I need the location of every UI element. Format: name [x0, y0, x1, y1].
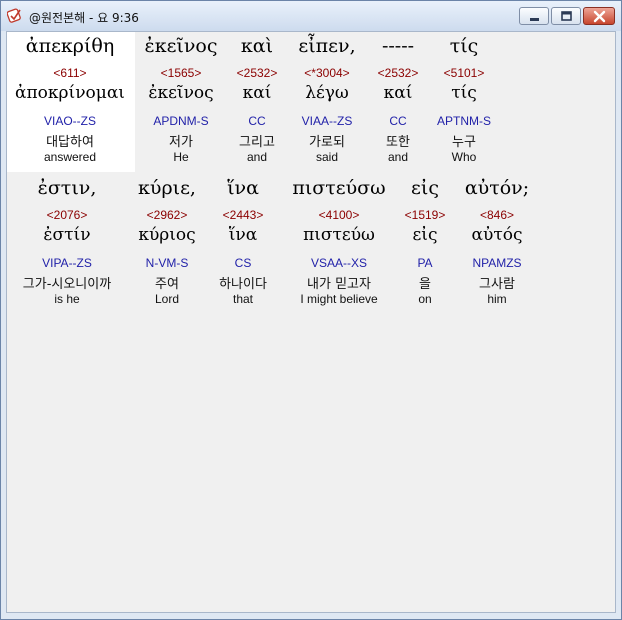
app-icon	[6, 7, 23, 23]
english-gloss: I might believe	[300, 292, 378, 306]
greek-word: τίς	[449, 35, 479, 57]
morphology: VIPA--ZS	[42, 256, 92, 270]
greek-word: εἶπεν,	[298, 35, 356, 57]
greek-word: ἐστιν,	[37, 177, 97, 199]
english-gloss: said	[315, 150, 338, 164]
lemma: ἀποκρίνομαι	[15, 83, 125, 103]
word-column[interactable]: καὶ <2532> καί CC 그리고 and	[229, 32, 285, 172]
english-gloss: and	[387, 150, 409, 164]
english-gloss: answered	[43, 150, 97, 164]
morphology: CC	[248, 114, 266, 128]
greek-word: πιστεύσω	[292, 177, 386, 199]
korean-gloss: 그리고	[239, 135, 275, 150]
strong-number: <1565>	[160, 66, 202, 80]
lemma: εἰς	[412, 225, 438, 245]
word-column[interactable]: ----- <2532> καί CC 또한 and	[369, 32, 427, 172]
morphology: APTNM-S	[437, 114, 491, 128]
morphology: VSAA--XS	[310, 256, 367, 270]
word-column[interactable]: αὐτόν; <846> αὐτός NPAMZS 그사람 him	[455, 174, 539, 314]
english-gloss: that	[232, 292, 253, 306]
strong-number: <*3004>	[304, 66, 350, 80]
korean-gloss: 내가 믿고자	[307, 277, 371, 292]
korean-gloss: 저가	[169, 135, 193, 150]
greek-word: -----	[381, 35, 415, 57]
korean-gloss: 주여	[155, 277, 179, 292]
korean-gloss: 가로되	[309, 135, 345, 150]
interlinear-view[interactable]: ἀπεκρίθη <611> ἀποκρίνομαι VIAO--ZS 대답하여…	[6, 31, 616, 613]
morphology: PA	[417, 256, 433, 270]
word-column[interactable]: ἀπεκρίθη <611> ἀποκρίνομαι VIAO--ZS 대답하여…	[9, 32, 131, 172]
korean-gloss: 대답하여	[46, 135, 94, 150]
english-gloss: is he	[54, 292, 80, 306]
english-gloss: and	[246, 150, 268, 164]
morphology: APDNM-S	[153, 114, 209, 128]
strong-number: <2532>	[236, 66, 278, 80]
morphology: NPAMZS	[472, 256, 522, 270]
word-column[interactable]: ἐκεῖνος <1565> ἐκεῖνος APDNM-S 저가 He	[135, 32, 227, 172]
strong-number: <2076>	[46, 208, 88, 222]
lemma: πιστεύω	[303, 225, 375, 245]
lemma: αὐτός	[471, 225, 523, 245]
strong-number: <846>	[479, 208, 515, 222]
word-column[interactable]: ἵνα <2443> ἵνα CS 하나이다 that	[207, 174, 279, 314]
window-title: @원전본해 - 요 9:36	[29, 11, 139, 25]
close-button[interactable]	[583, 7, 615, 25]
word-column[interactable]: ἐστιν, <2076> ἐστίν VIPA--ZS 그가-시오니이까 is…	[9, 174, 125, 314]
english-gloss: him	[487, 292, 507, 306]
strong-number: <2532>	[377, 66, 419, 80]
english-gloss: He	[173, 150, 189, 164]
maximize-button[interactable]	[551, 7, 581, 25]
minimize-button[interactable]	[519, 7, 549, 25]
korean-gloss: 을	[419, 277, 431, 292]
lemma: καί	[383, 83, 413, 103]
korean-gloss: 하나이다	[219, 277, 267, 292]
strong-number: <2443>	[222, 208, 264, 222]
morphology: VIAA--ZS	[301, 114, 353, 128]
korean-gloss: 그가-시오니이까	[22, 277, 112, 292]
lemma: τίς	[451, 83, 477, 103]
word-column[interactable]: τίς <5101> τίς APTNM-S 누구 Who	[429, 32, 499, 172]
greek-word: καὶ	[240, 35, 274, 57]
english-gloss: on	[418, 292, 432, 306]
lemma: λέγω	[305, 83, 349, 103]
word-column[interactable]: εἰς <1519> εἰς PA 을 on	[397, 174, 453, 314]
morphology: VIAO--ZS	[43, 114, 96, 128]
strong-number: <2962>	[146, 208, 188, 222]
word-column[interactable]: κύριε, <2962> κύριος N-VM-S 주여 Lord	[129, 174, 205, 314]
korean-gloss: 또한	[386, 135, 410, 150]
word-column[interactable]: εἶπεν, <*3004> λέγω VIAA--ZS 가로되 said	[289, 32, 365, 172]
greek-word: ἵνα	[227, 177, 259, 199]
english-gloss: Lord	[154, 292, 180, 306]
strong-number: <1519>	[404, 208, 446, 222]
korean-gloss: 누구	[452, 135, 476, 150]
english-gloss: Who	[451, 150, 477, 164]
lemma: ἵνα	[228, 225, 258, 245]
word-column[interactable]: πιστεύσω <4100> πιστεύω VSAA--XS 내가 믿고자 …	[283, 174, 395, 314]
strong-number: <5101>	[443, 66, 485, 80]
greek-word: ἐκεῖνος	[144, 35, 218, 57]
morphology: CS	[234, 256, 252, 270]
morphology: N-VM-S	[145, 256, 189, 270]
morphology: CC	[389, 114, 407, 128]
strong-number: <611>	[53, 66, 87, 80]
lemma: ἐστίν	[43, 225, 91, 245]
greek-word: εἰς	[411, 177, 439, 199]
greek-word: αὐτόν;	[464, 177, 530, 199]
greek-word: κύριε,	[138, 177, 196, 199]
korean-gloss: 그사람	[479, 277, 515, 292]
lemma: κύριος	[138, 225, 196, 245]
lemma: καί	[242, 83, 272, 103]
app-window: @원전본해 - 요 9:36 ἀπεκρίθη <611> ἀποκρίνομα…	[0, 0, 622, 620]
title-bar[interactable]: @원전본해 - 요 9:36	[1, 1, 621, 31]
lemma: ἐκεῖνος	[148, 83, 214, 103]
strong-number: <4100>	[318, 208, 360, 222]
greek-word: ἀπεκρίθη	[25, 35, 115, 57]
